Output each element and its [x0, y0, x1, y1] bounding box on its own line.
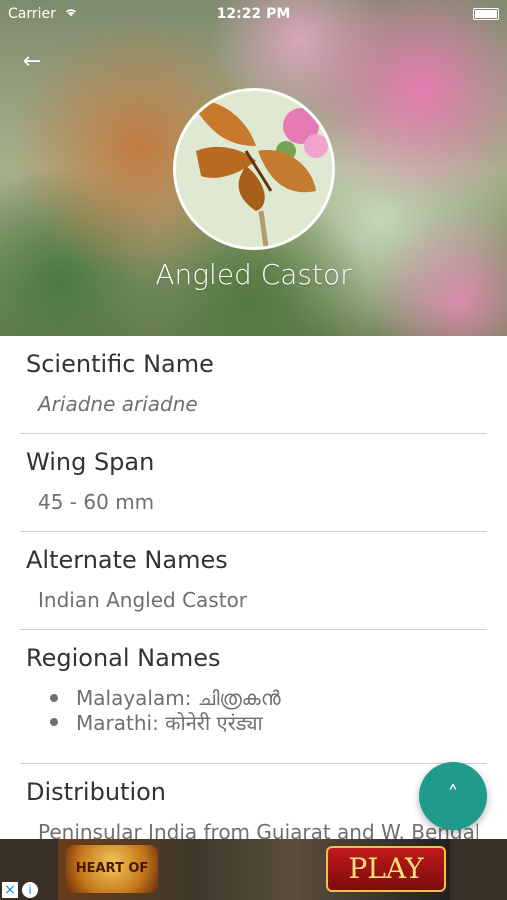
regional-names-section: Regional Names Malayalam: ചിത്രകൻ Marath…: [20, 630, 487, 764]
list-item: Marathi: कोनेरी एरंड्या: [50, 710, 470, 735]
scroll-up-button[interactable]: ˄: [419, 762, 487, 830]
species-header: Carrier 12:22 PM ← Angled Castor: [0, 0, 507, 336]
butterfly-photo: [176, 91, 332, 247]
back-button[interactable]: ←: [18, 48, 46, 76]
scientific-name-label: Scientific Name: [26, 350, 214, 378]
regional-name-marathi: Marathi: कोनेरी एरंड्या: [76, 710, 263, 735]
ad-logo: HEART OF HONOR: [66, 845, 158, 893]
arrow-left-icon: ←: [22, 49, 42, 74]
wing-span-section: Wing Span 45 - 60 mm: [20, 434, 487, 532]
species-avatar: [173, 88, 335, 250]
ad-play-button[interactable]: PLAY: [326, 846, 446, 892]
regional-names-label: Regional Names: [26, 644, 221, 672]
close-icon[interactable]: ×: [2, 882, 18, 898]
scientific-name-section: Scientific Name Ariadne ariadne: [20, 336, 487, 434]
scientific-name-value: Ariadne ariadne: [38, 392, 198, 416]
bullet-icon: [50, 694, 58, 702]
bullet-icon: [50, 718, 58, 726]
alternate-names-section: Alternate Names Indian Angled Castor: [20, 532, 487, 630]
status-time: 12:22 PM: [216, 6, 291, 22]
regional-names-list: Malayalam: ചിത്രകൻ Marathi: कोनेरी एरंड्…: [50, 686, 470, 735]
wing-span-value: 45 - 60 mm: [38, 490, 155, 514]
list-item: Malayalam: ചിത്രകൻ: [50, 686, 470, 710]
regional-name-malayalam: Malayalam: ചിത്രകൻ: [76, 686, 281, 710]
chevron-up-icon: ˄: [447, 783, 459, 808]
ad-banner[interactable]: HEART OF HONOR PLAY × i: [0, 839, 507, 900]
distribution-label: Distribution: [26, 778, 167, 806]
wing-span-label: Wing Span: [26, 448, 155, 476]
alternate-names-value: Indian Angled Castor: [38, 588, 248, 612]
status-bar: Carrier 12:22 PM: [0, 0, 507, 28]
ad-artwork: HEART OF HONOR PLAY: [58, 839, 450, 900]
alternate-names-label: Alternate Names: [26, 546, 228, 574]
distribution-section: Distribution Peninsular India from Gujar…: [20, 764, 487, 844]
battery-icon: [473, 8, 499, 20]
species-title: Angled Castor: [155, 258, 352, 291]
info-icon[interactable]: i: [22, 882, 38, 898]
